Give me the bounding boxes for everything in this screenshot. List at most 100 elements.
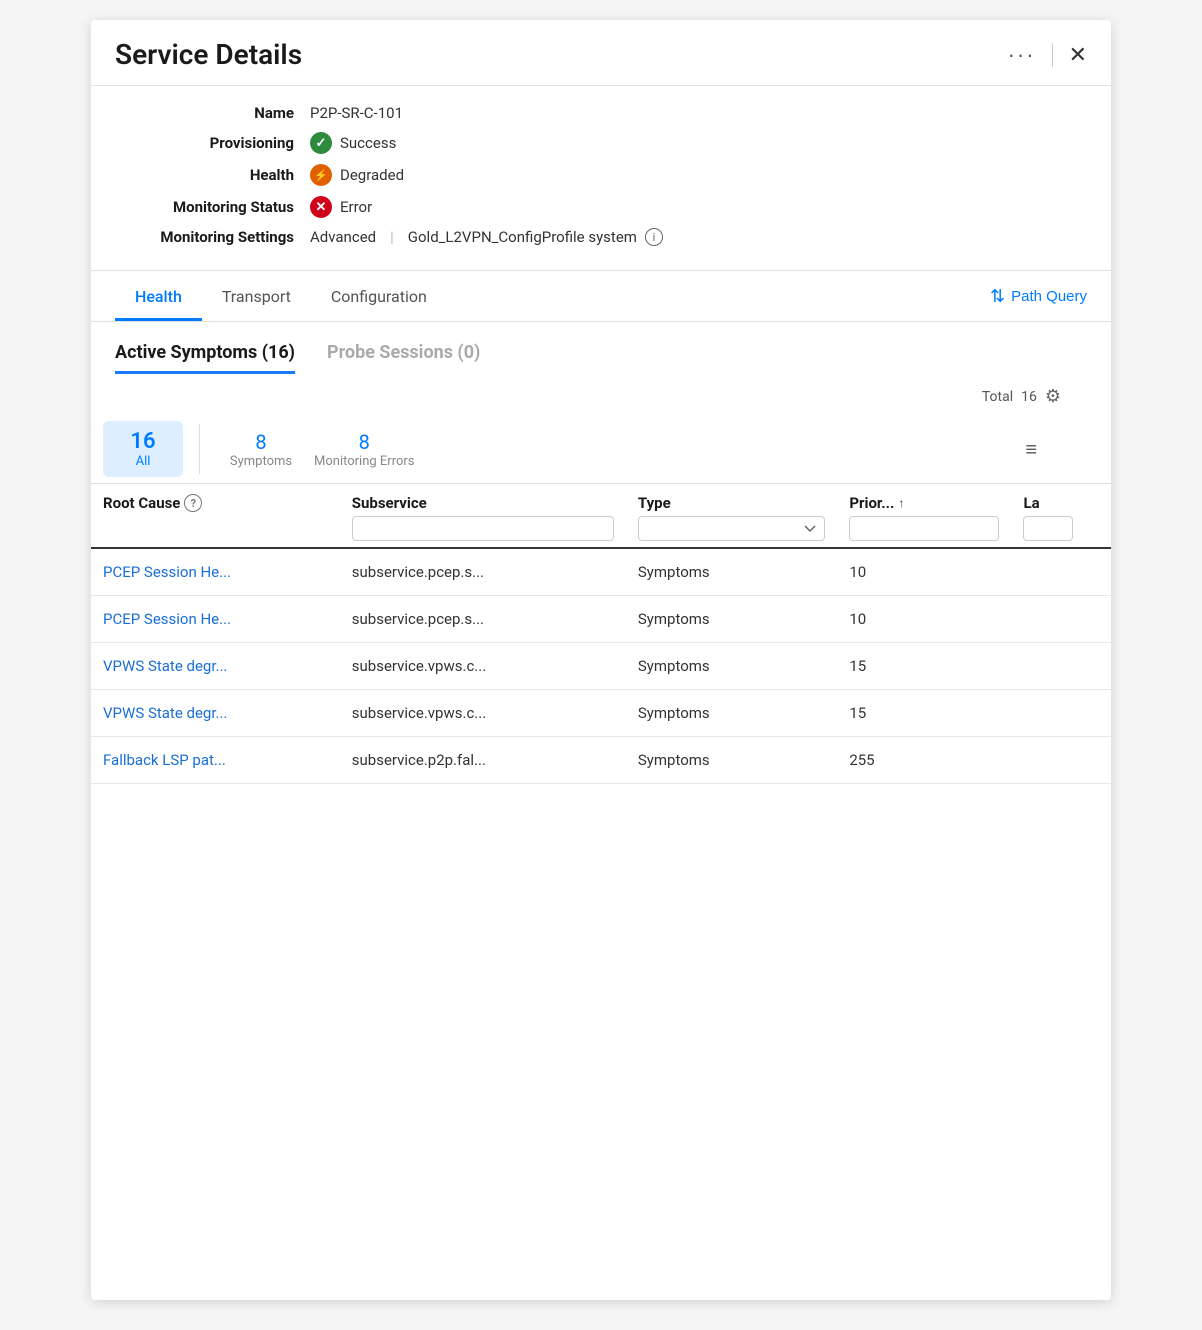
chip-divider <box>199 424 200 474</box>
table-body: PCEP Session He... subservice.pcep.s... … <box>91 548 1111 784</box>
degraded-icon <box>310 164 332 186</box>
provisioning-label: Provisioning <box>115 134 310 152</box>
last-cell <box>1011 548 1111 596</box>
chip-monitoring-errors-label: Monitoring Errors <box>314 454 415 469</box>
root-cause-header-label: Root Cause <box>103 494 180 512</box>
health-label: Health <box>115 166 310 184</box>
table-row: Fallback LSP pat... subservice.p2p.fal..… <box>91 737 1111 784</box>
sub-tab-active-symptoms[interactable]: Active Symptoms (16) <box>115 342 295 374</box>
path-query-button[interactable]: ⇅ Path Query <box>990 286 1087 307</box>
sub-tab-probe-sessions[interactable]: Probe Sessions (0) <box>327 342 480 374</box>
col-header-priority: Prior... ↑ <box>837 484 1011 548</box>
filter-chips: 16 All 8 Symptoms 8 Monitoring Errors ≡ <box>91 415 1111 484</box>
priority-cell: 15 <box>837 690 1011 737</box>
priority-cell: 255 <box>837 737 1011 784</box>
last-filter-input[interactable] <box>1023 516 1073 541</box>
chip-monitoring-errors-count: 8 <box>359 430 370 454</box>
panel-title: Service Details <box>115 38 302 71</box>
subservice-cell: subservice.p2p.fal... <box>340 737 626 784</box>
name-value: P2P-SR-C-101 <box>310 104 403 122</box>
subservice-filter-input[interactable] <box>352 516 614 541</box>
monitoring-settings-label: Monitoring Settings <box>115 228 310 246</box>
tab-configuration[interactable]: Configuration <box>311 271 447 321</box>
last-cell <box>1011 690 1111 737</box>
content-area: Active Symptoms (16) Probe Sessions (0) … <box>91 322 1111 1300</box>
subservice-header-label: Subservice <box>352 494 427 512</box>
priority-cell: 10 <box>837 596 1011 643</box>
type-cell: Symptoms <box>626 690 837 737</box>
chip-symptoms[interactable]: 8 Symptoms <box>216 426 306 473</box>
type-cell: Symptoms <box>626 643 837 690</box>
priority-filter-input[interactable] <box>849 516 999 541</box>
monitoring-settings-value: Advanced | Gold_L2VPN_ConfigProfile syst… <box>310 228 663 246</box>
total-row: Total 16 ⚙ <box>91 374 1111 415</box>
root-cause-cell[interactable]: PCEP Session He... <box>91 596 340 643</box>
root-cause-cell[interactable]: VPWS State degr... <box>91 690 340 737</box>
last-header-label: La <box>1023 494 1039 512</box>
chip-symptoms-label: Symptoms <box>230 454 292 469</box>
monitoring-settings-row: Monitoring Settings Advanced | Gold_L2VP… <box>115 228 1087 246</box>
health-value: Degraded <box>310 164 404 186</box>
total-label: Total <box>982 389 1013 405</box>
more-options-button[interactable]: ··· <box>1008 42 1036 68</box>
table-row: VPWS State degr... subservice.vpws.c... … <box>91 690 1111 737</box>
root-cause-cell[interactable]: Fallback LSP pat... <box>91 737 340 784</box>
col-header-subservice: Subservice <box>340 484 626 548</box>
root-cause-help-icon[interactable]: ? <box>184 494 202 512</box>
path-query-label: Path Query <box>1011 288 1087 305</box>
col-header-type: Type Symptoms Monitoring Errors <box>626 484 837 548</box>
sub-tabs-section: Active Symptoms (16) Probe Sessions (0) <box>91 322 1111 374</box>
root-cause-cell[interactable]: VPWS State degr... <box>91 643 340 690</box>
last-cell <box>1011 737 1111 784</box>
subservice-cell: subservice.vpws.c... <box>340 690 626 737</box>
provisioning-row: Provisioning Success <box>115 132 1087 154</box>
subservice-cell: subservice.pcep.s... <box>340 548 626 596</box>
provisioning-value: Success <box>310 132 396 154</box>
symptoms-table: Root Cause ? Subservice T <box>91 484 1111 784</box>
close-button[interactable]: ✕ <box>1069 42 1087 68</box>
error-icon <box>310 196 332 218</box>
health-row: Health Degraded <box>115 164 1087 186</box>
chip-all-count: 16 <box>130 429 155 454</box>
tabs-left: Health Transport Configuration <box>115 271 447 321</box>
table-container: Root Cause ? Subservice T <box>91 484 1111 1300</box>
col-header-root-cause: Root Cause ? <box>91 484 340 548</box>
info-section: Name P2P-SR-C-101 Provisioning Success H… <box>91 86 1111 271</box>
provisioning-status-text: Success <box>340 134 396 152</box>
subservice-cell: subservice.vpws.c... <box>340 643 626 690</box>
chip-all[interactable]: 16 All <box>103 421 183 477</box>
success-icon <box>310 132 332 154</box>
priority-cell: 15 <box>837 643 1011 690</box>
priority-header-label: Prior... <box>849 494 894 512</box>
info-icon[interactable]: i <box>645 228 663 246</box>
chip-monitoring-errors[interactable]: 8 Monitoring Errors <box>306 426 423 473</box>
monitoring-settings-advanced: Advanced <box>310 228 376 246</box>
tab-transport[interactable]: Transport <box>202 271 311 321</box>
type-cell: Symptoms <box>626 737 837 784</box>
sort-up-icon[interactable]: ↑ <box>898 496 904 510</box>
service-details-panel: Service Details ··· ✕ Name P2P-SR-C-101 … <box>91 20 1111 1300</box>
table-header-row: Root Cause ? Subservice T <box>91 484 1111 548</box>
panel-header: Service Details ··· ✕ <box>91 20 1111 86</box>
name-row: Name P2P-SR-C-101 <box>115 104 1087 122</box>
tabs-section: Health Transport Configuration ⇅ Path Qu… <box>91 271 1111 322</box>
subservice-cell: subservice.pcep.s... <box>340 596 626 643</box>
type-cell: Symptoms <box>626 596 837 643</box>
type-cell: Symptoms <box>626 548 837 596</box>
type-header-label: Type <box>638 494 671 512</box>
filter-icon[interactable]: ≡ <box>1025 437 1037 462</box>
root-cause-cell[interactable]: PCEP Session He... <box>91 548 340 596</box>
last-cell <box>1011 596 1111 643</box>
header-divider <box>1052 43 1053 67</box>
priority-cell: 10 <box>837 548 1011 596</box>
name-label: Name <box>115 104 310 122</box>
tab-health[interactable]: Health <box>115 271 202 321</box>
path-query-icon: ⇅ <box>990 286 1005 307</box>
type-filter-select[interactable]: Symptoms Monitoring Errors <box>638 516 825 541</box>
monitoring-profile-text: Gold_L2VPN_ConfigProfile system <box>408 228 637 246</box>
monitoring-status-text: Error <box>340 198 372 216</box>
last-cell <box>1011 643 1111 690</box>
table-row: VPWS State degr... subservice.vpws.c... … <box>91 643 1111 690</box>
settings-gear-icon[interactable]: ⚙ <box>1045 386 1061 407</box>
header-actions: ··· ✕ <box>1008 42 1087 68</box>
